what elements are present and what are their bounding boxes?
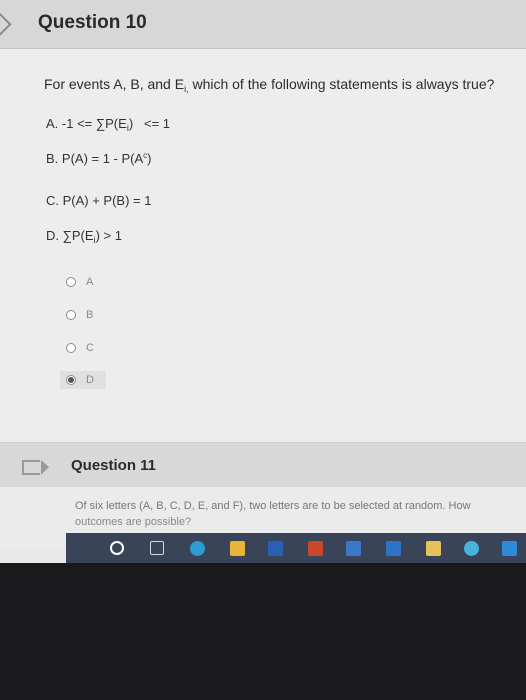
- store-icon[interactable]: [346, 541, 361, 556]
- choice-label: B: [86, 309, 94, 321]
- statement-b: B. P(A) = 1 - P(Ac): [46, 151, 152, 166]
- question-10-title: Question 10: [38, 12, 147, 33]
- choice-label: D: [86, 374, 94, 386]
- choice-c[interactable]: C: [66, 340, 94, 356]
- question-10-prompt: For events A, B, and Ei, which of the fo…: [44, 76, 495, 94]
- choice-label: C: [86, 342, 94, 354]
- calendar-icon[interactable]: [426, 541, 441, 556]
- choice-label: A: [86, 276, 94, 288]
- mail-icon[interactable]: [386, 541, 401, 556]
- task-view-icon[interactable]: [150, 541, 164, 555]
- statement-d: D. ∑P(Ei) > 1: [46, 228, 122, 245]
- search-icon[interactable]: [110, 541, 124, 555]
- file-explorer-icon[interactable]: [230, 541, 245, 556]
- flag-icon[interactable]: [0, 12, 12, 38]
- choice-b[interactable]: B: [66, 307, 93, 323]
- browser-viewport: Question 10 For events A, B, and Ei, whi…: [0, 0, 526, 570]
- statement-a: A. -1 <= ∑P(Ei) <= 1: [46, 116, 171, 133]
- question-11-prompt-line1: Of six letters (A, B, C, D, E, and F), t…: [75, 500, 471, 512]
- powerpoint-icon[interactable]: [308, 541, 323, 556]
- radio-button[interactable]: [66, 277, 76, 287]
- radio-button[interactable]: [66, 343, 76, 353]
- word-icon[interactable]: [268, 541, 283, 556]
- monitor-bezel: [0, 563, 526, 700]
- question-11-prompt-line2: outcomes are possible?: [75, 516, 192, 528]
- flag-icon[interactable]: [22, 460, 49, 475]
- radio-button-selected[interactable]: [66, 375, 76, 385]
- app-icon[interactable]: [502, 541, 517, 556]
- choice-d[interactable]: D: [66, 372, 94, 388]
- choice-a[interactable]: A: [66, 274, 93, 290]
- photos-icon[interactable]: [464, 541, 479, 556]
- taskbar: [66, 533, 526, 563]
- question-10-header: Question 10: [0, 0, 526, 49]
- statement-c: C. P(A) + P(B) = 1: [46, 193, 152, 208]
- radio-button[interactable]: [66, 310, 76, 320]
- edge-icon[interactable]: [190, 541, 205, 556]
- question-11-title: Question 11: [71, 457, 157, 474]
